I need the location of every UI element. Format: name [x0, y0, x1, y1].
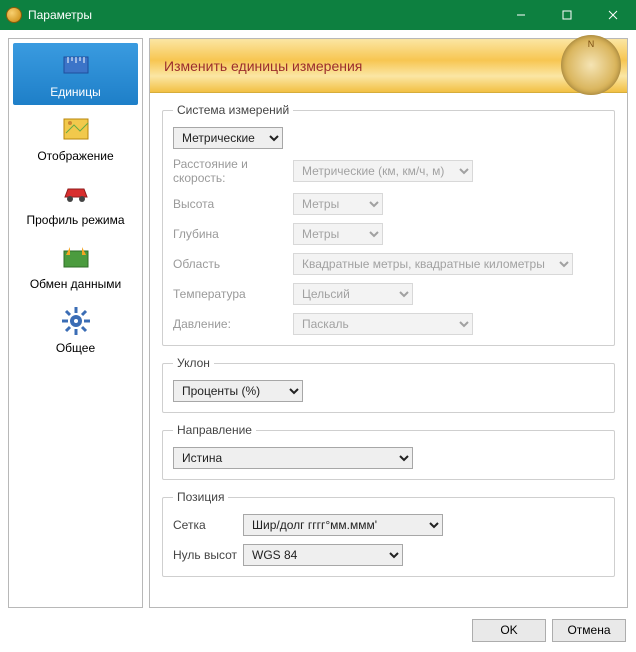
sidebar-item-label: Профиль режима	[26, 213, 124, 227]
gear-icon	[60, 305, 92, 337]
grade-select[interactable]: Проценты (%)	[173, 380, 303, 402]
app-icon	[6, 7, 22, 23]
cancel-button[interactable]: Отмена	[552, 619, 626, 642]
close-button[interactable]	[590, 0, 636, 30]
height-select: Метры	[293, 193, 383, 215]
depth-label: Глубина	[173, 227, 293, 241]
compass-icon	[561, 35, 621, 95]
distance-select: Метрические (км, км/ч, м)	[293, 160, 473, 182]
system-select[interactable]: Метрические	[173, 127, 283, 149]
banner-title: Изменить единицы измерения	[164, 58, 362, 74]
heading-select[interactable]: Истина	[173, 447, 413, 469]
sidebar-item-profile[interactable]: Профиль режима	[13, 171, 138, 233]
distance-label: Расстояние и скорость:	[173, 157, 293, 185]
minimize-button[interactable]	[498, 0, 544, 30]
banner: Изменить единицы измерения	[150, 39, 627, 93]
sidebar-item-label: Единицы	[50, 85, 101, 99]
maximize-button[interactable]	[544, 0, 590, 30]
height-label: Высота	[173, 197, 293, 211]
sidebar-item-label: Обмен данными	[30, 277, 121, 291]
grid-label: Сетка	[173, 518, 243, 532]
group-legend: Уклон	[173, 356, 214, 370]
sidebar-item-display[interactable]: Отображение	[13, 107, 138, 169]
transfer-icon	[60, 241, 92, 273]
sidebar-item-exchange[interactable]: Обмен данными	[13, 235, 138, 297]
window-title: Параметры	[28, 8, 498, 22]
content-panel: Изменить единицы измерения Система измер…	[149, 38, 628, 608]
temp-select: Цельсий	[293, 283, 413, 305]
temp-label: Температура	[173, 287, 293, 301]
map-icon	[60, 113, 92, 145]
titlebar: Параметры	[0, 0, 636, 30]
sidebar-item-label: Общее	[56, 341, 95, 355]
group-legend: Направление	[173, 423, 256, 437]
group-heading: Направление Истина	[162, 423, 615, 480]
pressure-label: Давление:	[173, 317, 293, 331]
ok-button[interactable]: OK	[472, 619, 546, 642]
footer: OK Отмена	[0, 612, 636, 648]
sidebar-item-units[interactable]: Единицы	[13, 43, 138, 105]
group-legend: Позиция	[173, 490, 228, 504]
group-position: Позиция СеткаШир/долг гггг°мм.ммм' Нуль …	[162, 490, 615, 577]
sidebar: Единицы Отображение Профиль режима Обмен…	[8, 38, 143, 608]
group-system: Система измерений Метрические Расстояние…	[162, 103, 615, 346]
area-label: Область	[173, 257, 293, 271]
group-legend: Система измерений	[173, 103, 293, 117]
car-icon	[60, 177, 92, 209]
datum-label: Нуль высот	[173, 548, 243, 562]
sidebar-item-general[interactable]: Общее	[13, 299, 138, 361]
area-select: Квадратные метры, квадратные километры	[293, 253, 573, 275]
depth-select: Метры	[293, 223, 383, 245]
group-grade: Уклон Проценты (%)	[162, 356, 615, 413]
pressure-select: Паскаль	[293, 313, 473, 335]
sidebar-item-label: Отображение	[37, 149, 113, 163]
datum-select[interactable]: WGS 84	[243, 544, 403, 566]
ruler-icon	[60, 49, 92, 81]
grid-select[interactable]: Шир/долг гггг°мм.ммм'	[243, 514, 443, 536]
